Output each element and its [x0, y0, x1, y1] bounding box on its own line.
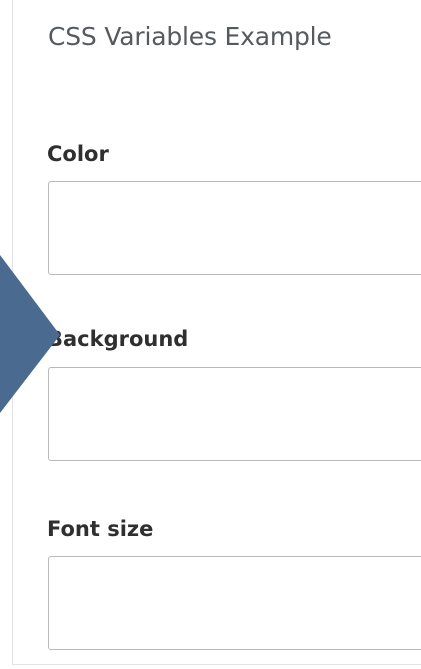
font-size-label: Font size — [47, 517, 154, 541]
color-label: Color — [47, 142, 109, 166]
font-size-input[interactable] — [48, 556, 421, 650]
background-label: Background — [47, 327, 189, 351]
color-input[interactable] — [48, 181, 421, 275]
css-variables-panel: CSS Variables Example Color Background F… — [12, 0, 421, 665]
background-input[interactable] — [48, 367, 421, 461]
page: CSS Variables Example Color Background F… — [0, 0, 421, 669]
panel-title: CSS Variables Example — [48, 22, 332, 51]
